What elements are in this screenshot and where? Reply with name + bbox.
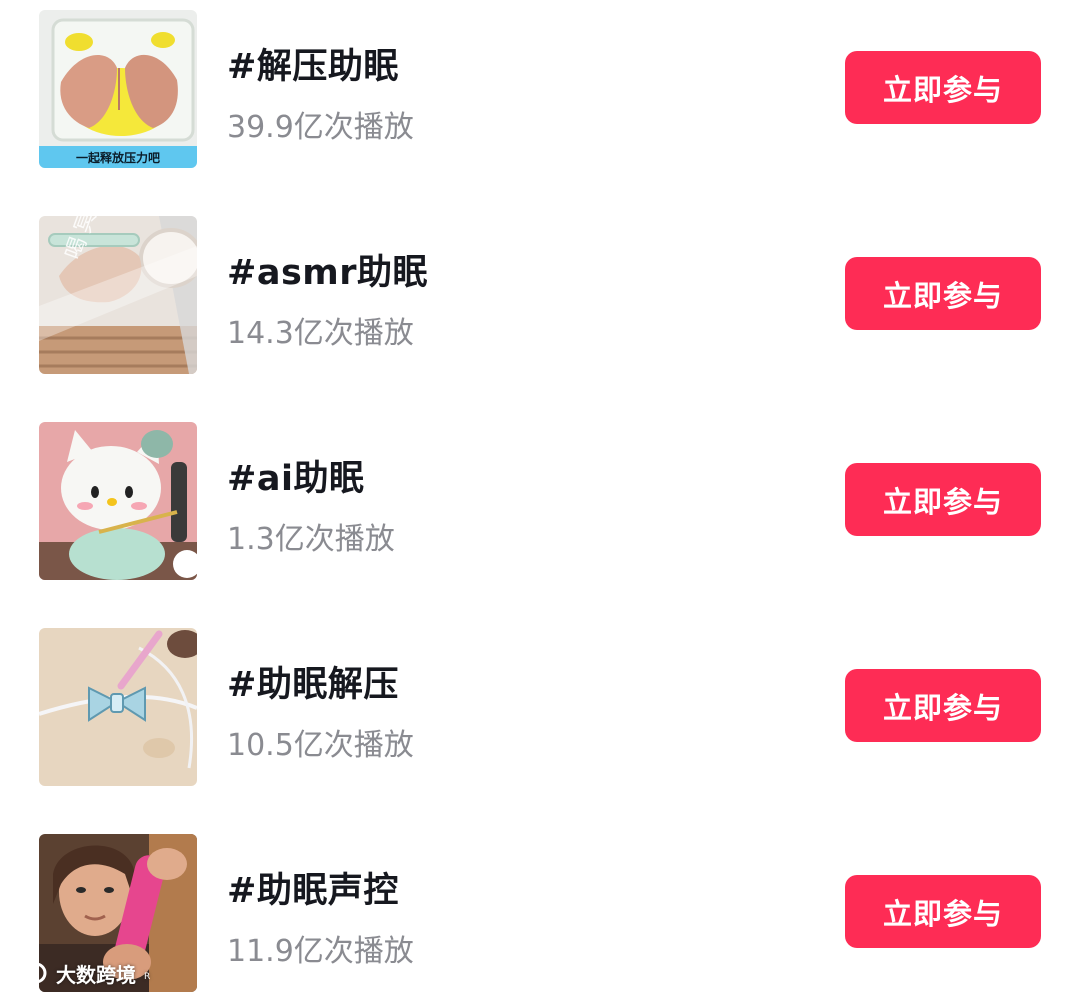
topic-title[interactable]: #ai助眠: [227, 450, 364, 501]
join-button[interactable]: 立即参与: [845, 669, 1041, 742]
play-count: 1.3亿次播放: [227, 522, 395, 557]
topic-list: 一起释放压力吧 #解压助眠 39.9亿次播放 立即参与 喝 冥 想 #asmr助: [0, 0, 1080, 993]
topic-row[interactable]: #助眠声控 11.9亿次播放 立即参与: [0, 834, 1080, 994]
join-button[interactable]: 立即参与: [845, 875, 1041, 948]
thumbnail-caption: 一起释放压力吧: [76, 150, 160, 165]
play-count: 10.5亿次播放: [227, 728, 414, 763]
kitty-microphone-thumbnail-image: [39, 422, 197, 580]
slime-hands-thumbnail-image: 一起释放压力吧: [39, 10, 197, 168]
join-button[interactable]: 立即参与: [845, 257, 1041, 330]
topic-thumbnail[interactable]: [39, 422, 197, 580]
topic-thumbnail[interactable]: 喝 冥 想: [39, 216, 197, 374]
topic-thumbnail[interactable]: 一起释放压力吧: [39, 10, 197, 168]
topic-row[interactable]: #ai助眠 1.3亿次播放 立即参与: [0, 422, 1080, 582]
watermark: 大数跨境 R: [8, 958, 150, 988]
topic-title[interactable]: #解压助眠: [227, 38, 399, 89]
watermark-text: 大数跨境: [56, 962, 136, 987]
join-button[interactable]: 立即参与: [845, 463, 1041, 536]
watermark-registered-mark: R: [144, 972, 151, 982]
topic-row[interactable]: 一起释放压力吧 #解压助眠 39.9亿次播放 立即参与: [0, 10, 1080, 170]
play-count: 39.9亿次播放: [227, 110, 414, 145]
topic-thumbnail[interactable]: [39, 628, 197, 786]
bow-charm-thumbnail-image: [39, 628, 197, 786]
topic-row[interactable]: 喝 冥 想 #asmr助眠 14.3亿次播放 立即参与: [0, 216, 1080, 376]
tape-hands-thumbnail-image: 喝 冥 想: [39, 216, 197, 374]
join-button[interactable]: 立即参与: [845, 51, 1041, 124]
play-count: 11.9亿次播放: [227, 934, 414, 969]
topic-title[interactable]: #助眠解压: [227, 656, 399, 707]
topic-title[interactable]: #助眠声控: [227, 862, 399, 913]
topic-title[interactable]: #asmr助眠: [227, 244, 428, 295]
watermark-logo-icon: [9, 962, 47, 984]
play-count: 14.3亿次播放: [227, 316, 414, 351]
topic-row[interactable]: #助眠解压 10.5亿次播放 立即参与: [0, 628, 1080, 788]
